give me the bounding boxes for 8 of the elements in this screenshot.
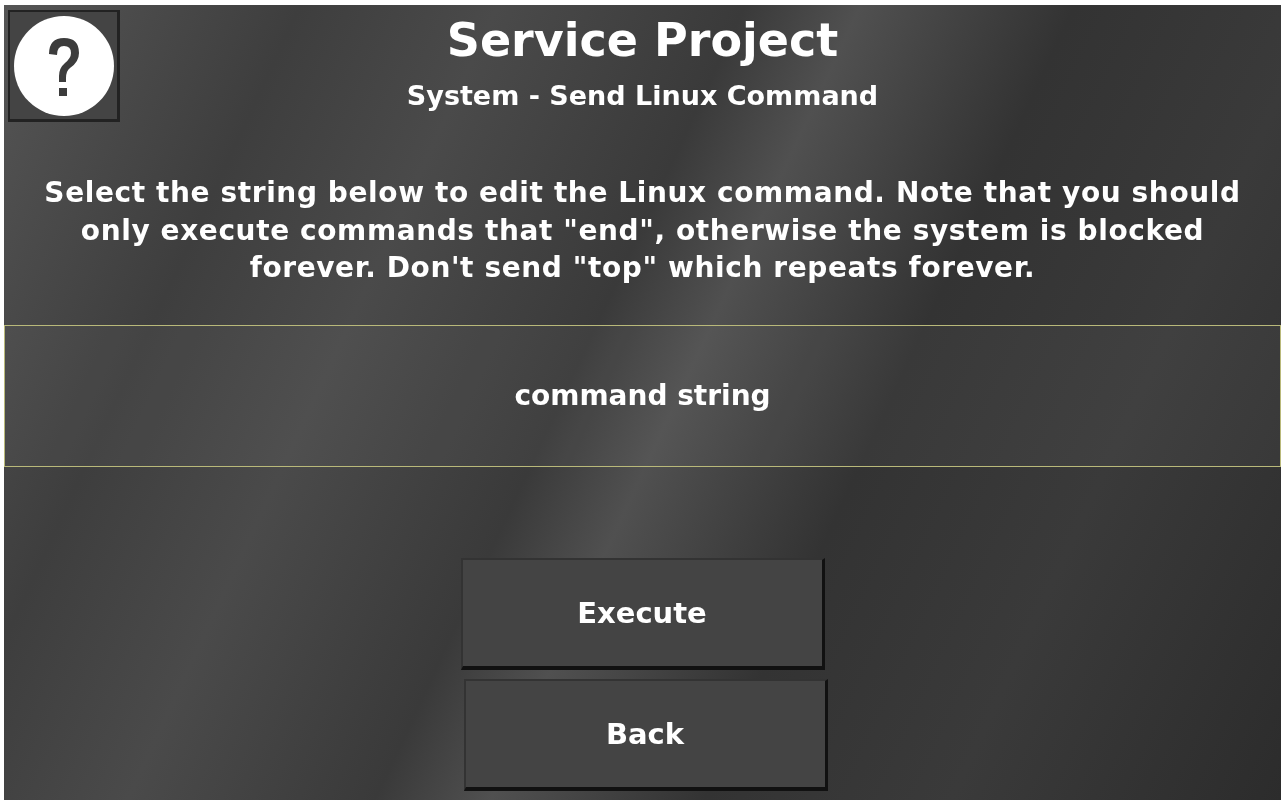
execute-button[interactable]: Execute — [460, 557, 825, 670]
command-field[interactable]: command string — [4, 324, 1281, 467]
page-subtitle: System - Send Linux Command — [406, 79, 879, 113]
page-title: Service Project — [446, 12, 839, 69]
help-icon — [13, 15, 114, 116]
back-button[interactable]: Back — [463, 678, 828, 791]
help-button[interactable] — [8, 10, 120, 122]
instructions-text: Select the string below to edit the Linux command. Note that you should only execute commands that "end", otherwise the system is blocked forever. Don't send "top" which repeats forever. — [43, 175, 1242, 286]
